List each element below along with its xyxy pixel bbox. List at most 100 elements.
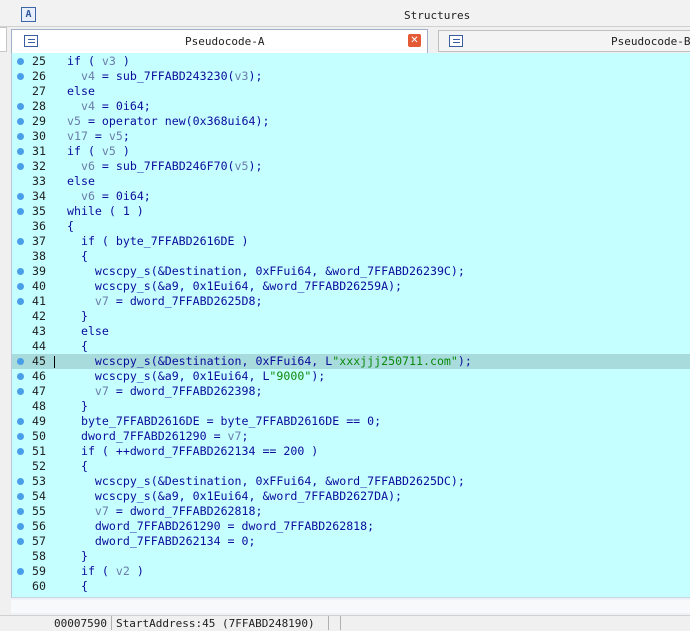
code-line[interactable]: 31 if ( v5 ) <box>12 144 690 159</box>
code-text[interactable]: if ( v3 ) <box>67 54 130 69</box>
code-text[interactable]: wcscpy_s(&a9, 0x1Eui64, L"9000"); <box>67 369 325 384</box>
code-text[interactable]: { <box>67 339 88 354</box>
line-number: 54 <box>32 489 46 503</box>
code-text[interactable]: v7 = dword_7FFABD2625D8; <box>67 294 263 309</box>
code-line[interactable]: 41 v7 = dword_7FFABD2625D8; <box>12 294 690 309</box>
code-text[interactable]: v17 = v5; <box>67 129 130 144</box>
code-line[interactable]: 50 dword_7FFABD261290 = v7; <box>12 429 690 444</box>
code-line[interactable]: 51 if ( ++dword_7FFABD262134 == 200 ) <box>12 444 690 459</box>
code-line[interactable]: 37 if ( byte_7FFABD2616DE ) <box>12 234 690 249</box>
code-line[interactable]: 30 v17 = v5; <box>12 129 690 144</box>
code-line[interactable]: 57 dword_7FFABD262134 = 0; <box>12 534 690 549</box>
code-text[interactable]: else <box>67 84 95 99</box>
scrollbar-track[interactable] <box>11 600 690 613</box>
code-line[interactable]: 53 wcscpy_s(&Destination, 0xFFui64, &wor… <box>12 474 690 489</box>
code-line[interactable]: 29 v5 = operator new(0x368ui64); <box>12 114 690 129</box>
code-line[interactable]: 32 v6 = sub_7FFABD246F70(v5); <box>12 159 690 174</box>
code-text[interactable]: if ( ++dword_7FFABD262134 == 200 ) <box>67 444 318 459</box>
code-text[interactable]: v6 = sub_7FFABD246F70(v5); <box>67 159 263 174</box>
line-number: 42 <box>32 309 46 323</box>
code-line[interactable]: 44 { <box>12 339 690 354</box>
line-number: 37 <box>32 234 46 248</box>
code-line[interactable]: 52 { <box>12 459 690 474</box>
code-line[interactable]: 26 v4 = sub_7FFABD243230(v3); <box>12 69 690 84</box>
code-text[interactable]: wcscpy_s(&Destination, 0xFFui64, &word_7… <box>67 264 465 279</box>
line-number: 41 <box>32 294 46 308</box>
line-number: 26 <box>32 69 46 83</box>
code-text[interactable]: if ( byte_7FFABD2616DE ) <box>67 234 249 249</box>
status-offset: 00007590 <box>54 617 107 630</box>
line-number: 49 <box>32 414 46 428</box>
code-line[interactable]: 39 wcscpy_s(&Destination, 0xFFui64, &wor… <box>12 264 690 279</box>
code-text[interactable]: } <box>67 399 88 414</box>
code-text[interactable]: wcscpy_s(&Destination, 0xFFui64, &word_7… <box>67 474 465 489</box>
code-line[interactable]: 38 { <box>12 249 690 264</box>
structures-title[interactable]: Structures <box>404 9 470 22</box>
code-text[interactable]: { <box>67 459 88 474</box>
code-line[interactable]: 49 byte_7FFABD2616DE = byte_7FFABD2616DE… <box>12 414 690 429</box>
code-text[interactable]: wcscpy_s(&a9, 0x1Eui64, &word_7FFABD2625… <box>67 279 402 294</box>
left-panel-edge <box>0 27 7 52</box>
line-number: 50 <box>32 429 46 443</box>
code-text[interactable]: else <box>67 174 95 189</box>
code-text[interactable]: v4 = sub_7FFABD243230(v3); <box>67 69 263 84</box>
code-text[interactable]: v6 = 0i64; <box>67 189 151 204</box>
code-text[interactable]: v7 = dword_7FFABD262818; <box>67 504 263 519</box>
tab-pseudocode-a[interactable]: Pseudocode-A ✕ <box>11 29 428 53</box>
tab-pseudocode-b[interactable]: Pseudocode-B <box>438 30 690 52</box>
line-number: 48 <box>32 399 46 413</box>
code-line[interactable]: 56 dword_7FFABD261290 = dword_7FFABD2628… <box>12 519 690 534</box>
status-separator <box>111 616 112 630</box>
code-line[interactable]: 35 while ( 1 ) <box>12 204 690 219</box>
code-line[interactable]: 33 else <box>12 174 690 189</box>
pseudocode-editor[interactable]: 25 if ( v3 ) 26 v4 = sub_7FFABD243230(v3);… <box>11 53 690 597</box>
line-number: 58 <box>32 549 46 563</box>
pseudocode-icon <box>24 35 38 47</box>
code-text[interactable]: v7 = dword_7FFABD262398; <box>67 384 263 399</box>
code-line[interactable]: 60 { <box>12 579 690 594</box>
code-text[interactable]: wcscpy_s(&Destination, 0xFFui64, L"xxxjj… <box>67 354 472 369</box>
code-text[interactable]: v5 = operator new(0x368ui64); <box>67 114 269 129</box>
status-separator <box>328 616 329 630</box>
line-number: 47 <box>32 384 46 398</box>
code-line[interactable]: 25 if ( v3 ) <box>12 54 690 69</box>
structures-bar: A Structures <box>0 0 690 27</box>
code-text[interactable]: } <box>67 309 88 324</box>
code-text[interactable]: else <box>67 324 109 339</box>
line-number: 57 <box>32 534 46 548</box>
code-line[interactable]: 45 wcscpy_s(&Destination, 0xFFui64, L"xx… <box>12 354 690 369</box>
code-text[interactable]: { <box>67 579 88 594</box>
code-line[interactable]: 42 } <box>12 309 690 324</box>
code-line[interactable]: 34 v6 = 0i64; <box>12 189 690 204</box>
close-icon[interactable]: ✕ <box>408 34 421 47</box>
code-text[interactable]: dword_7FFABD261290 = v7; <box>67 429 249 444</box>
code-line[interactable]: 40 wcscpy_s(&a9, 0x1Eui64, &word_7FFABD2… <box>12 279 690 294</box>
code-text[interactable]: v4 = 0i64; <box>67 99 151 114</box>
code-line[interactable]: 54 wcscpy_s(&a9, 0x1Eui64, &word_7FFABD2… <box>12 489 690 504</box>
code-line[interactable]: 27 else <box>12 84 690 99</box>
code-line[interactable]: 36 { <box>12 219 690 234</box>
horizontal-scrollbar[interactable] <box>11 597 690 615</box>
code-line[interactable]: 47 v7 = dword_7FFABD262398; <box>12 384 690 399</box>
code-text[interactable]: wcscpy_s(&a9, 0x1Eui64, &word_7FFABD2627… <box>67 489 402 504</box>
code-line[interactable]: 55 v7 = dword_7FFABD262818; <box>12 504 690 519</box>
code-line[interactable]: 58 } <box>12 549 690 564</box>
line-number: 31 <box>32 144 46 158</box>
code-line[interactable]: 43 else <box>12 324 690 339</box>
line-number: 43 <box>32 324 46 338</box>
code-text[interactable]: { <box>67 219 74 234</box>
code-line[interactable]: 48 } <box>12 399 690 414</box>
structures-icon[interactable]: A <box>21 7 36 22</box>
code-text[interactable]: byte_7FFABD2616DE = byte_7FFABD2616DE ==… <box>67 414 381 429</box>
code-text[interactable]: { <box>67 249 88 264</box>
code-text[interactable]: } <box>67 549 88 564</box>
code-text[interactable]: while ( 1 ) <box>67 204 144 219</box>
line-number: 40 <box>32 279 46 293</box>
code-line[interactable]: 59 if ( v2 ) <box>12 564 690 579</box>
code-text[interactable]: if ( v5 ) <box>67 144 130 159</box>
code-line[interactable]: 28 v4 = 0i64; <box>12 99 690 114</box>
code-text[interactable]: dword_7FFABD261290 = dword_7FFABD262818; <box>67 519 374 534</box>
code-text[interactable]: dword_7FFABD262134 = 0; <box>67 534 256 549</box>
code-line[interactable]: 46 wcscpy_s(&a9, 0x1Eui64, L"9000"); <box>12 369 690 384</box>
code-text[interactable]: if ( v2 ) <box>67 564 144 579</box>
